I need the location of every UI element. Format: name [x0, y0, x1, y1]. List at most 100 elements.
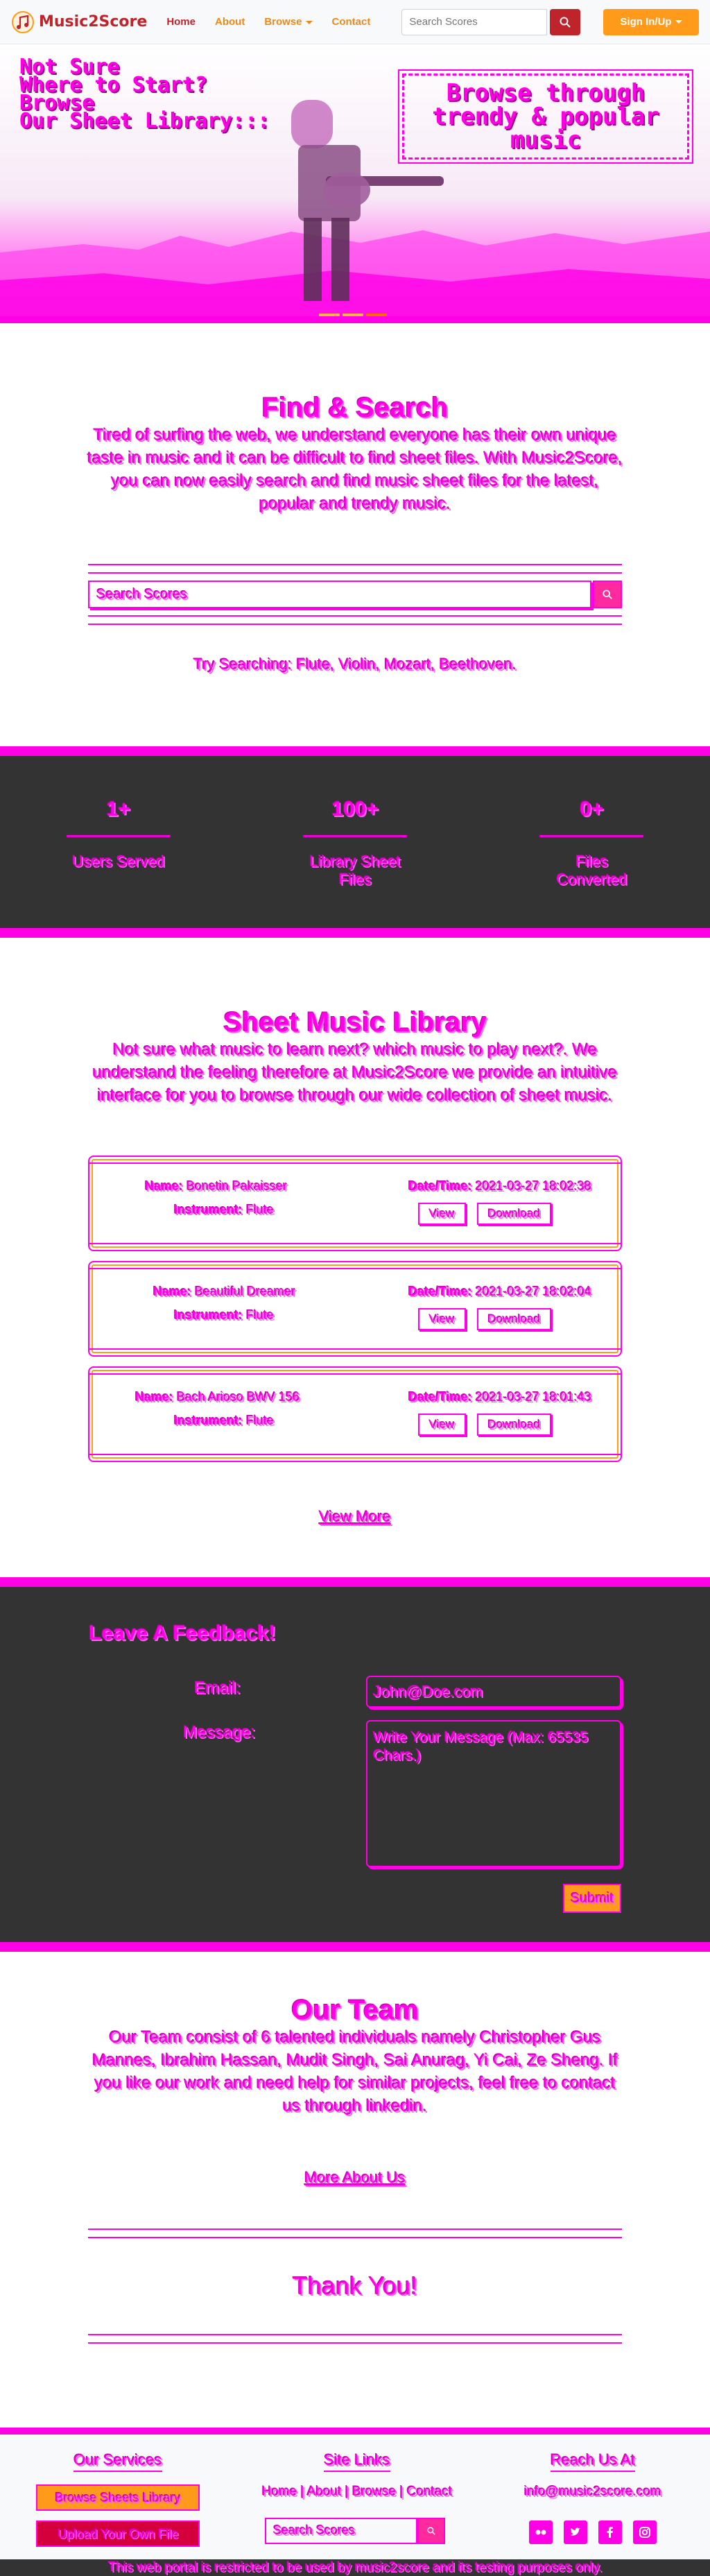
song-name-value: Bach Arioso BWV 156 — [177, 1390, 300, 1404]
site-links-title: Site Links — [324, 2451, 390, 2472]
song-card: Name: Bonetin Pakaisser Instrument: Flut… — [88, 1156, 622, 1251]
song-name: Name: Bach Arioso BWV 156 — [135, 1390, 300, 1405]
navbar: Music2Score Home About Browse Contact Si… — [0, 0, 710, 44]
song-date-value: 2021-03-27 18:02:38 — [475, 1179, 591, 1193]
song-date-value: 2021-03-27 18:01:43 — [475, 1390, 591, 1404]
hero-line: Our Sheet Library::: — [19, 109, 270, 133]
song-instrument-value: Flute — [246, 1203, 275, 1217]
instrument-label: Instrument: — [174, 1414, 243, 1427]
team-section: Our Team Our Team consist of 6 talented … — [0, 1952, 710, 2428]
thank-you-text: Thank You! — [292, 2272, 418, 2300]
view-button[interactable]: View — [418, 1414, 466, 1436]
contact-email[interactable]: info@music2score.com — [513, 2484, 673, 2500]
team-description: Our Team consist of 6 talented individua… — [92, 2028, 618, 2115]
library-title: Sheet Music Library — [223, 1007, 487, 1038]
stats-section: 1+ Users Served 100+ Library Sheet Files… — [0, 746, 710, 938]
footer-links[interactable]: Home | About | Browse | Contact — [257, 2484, 458, 2500]
download-button[interactable]: Download — [476, 1203, 552, 1225]
services-title: Our Services — [73, 2451, 162, 2472]
browse-library-button[interactable]: Browse Sheets Library — [36, 2484, 200, 2511]
twitter-icon[interactable] — [564, 2521, 587, 2544]
find-search-input[interactable]: Search Scores — [88, 581, 591, 608]
footer: Our Services Browse Sheets Library Uploa… — [0, 2428, 710, 2576]
song-name-value: Bonetin Pakaisser — [187, 1179, 288, 1193]
nav-links: Home About Browse Contact — [166, 16, 370, 28]
find-search-box: Search Scores — [88, 564, 622, 625]
view-more-link[interactable]: View More — [0, 1508, 710, 1526]
song-date: Date/Time: 2021-03-27 18:02:04 — [408, 1285, 591, 1299]
song-card: Name: Bach Arioso BWV 156 Instrument: Fl… — [88, 1366, 622, 1462]
divider-lines — [88, 564, 622, 574]
nav-home[interactable]: Home — [166, 16, 196, 28]
nav-search-input[interactable] — [401, 8, 548, 35]
download-button[interactable]: Download — [476, 1308, 552, 1330]
message-label: Message: — [183, 1723, 256, 1742]
view-button[interactable]: View — [418, 1308, 466, 1330]
song-name: Name: Beautiful Dreamer — [153, 1285, 295, 1299]
nav-about[interactable]: About — [215, 16, 245, 28]
view-button[interactable]: View — [418, 1203, 466, 1225]
library-section: Sheet Music Library Not sure what music … — [0, 938, 710, 1577]
date-label: Date/Time: — [408, 1285, 472, 1298]
footer-search-button[interactable] — [417, 2518, 445, 2544]
song-name: Name: Bonetin Pakaisser — [145, 1179, 287, 1194]
search-icon — [560, 17, 571, 28]
flickr-icon[interactable] — [529, 2521, 553, 2544]
song-date-value: 2021-03-27 18:02:04 — [475, 1285, 591, 1298]
stat-library: 100+ Library Sheet Files — [302, 798, 407, 928]
song-name-value: Beautiful Dreamer — [195, 1285, 296, 1298]
instagram-icon[interactable] — [633, 2521, 657, 2544]
divider-lines — [88, 615, 622, 625]
email-label: Email: — [194, 1678, 241, 1697]
feedback-title: Leave A Feedback! — [89, 1622, 276, 1645]
email-field[interactable]: John@Doe.com — [366, 1676, 621, 1708]
stat-value: 0+ — [539, 798, 644, 837]
submit-button[interactable]: Submit — [563, 1884, 621, 1913]
find-search-button[interactable] — [593, 581, 622, 608]
sign-in-label: Sign In/Up — [620, 16, 672, 28]
song-actions: View Download — [418, 1308, 552, 1330]
stat-users: 1+ Users Served — [66, 798, 171, 928]
message-field[interactable]: Write Your Message (Max: 65535 Chars.) — [366, 1720, 621, 1867]
reach-us-title: Reach Us At — [550, 2451, 636, 2472]
hero-left-text[interactable]: Not Sure Where to Start? Browse Our Shee… — [19, 57, 270, 133]
nav-browse-dropdown[interactable]: Browse — [264, 16, 313, 28]
song-instrument: Instrument: Flute — [174, 1203, 274, 1217]
divider-lines — [88, 2229, 622, 2238]
stat-converted: 0+ Files Converted — [539, 798, 644, 928]
brand[interactable]: Music2Score — [11, 10, 147, 34]
download-button[interactable]: Download — [476, 1414, 552, 1436]
thanks-box: Thank You! — [88, 2229, 622, 2344]
sign-in-button[interactable]: Sign In/Up — [603, 8, 699, 35]
song-instrument-value: Flute — [246, 1308, 275, 1322]
find-search-row: Search Scores — [88, 579, 622, 610]
hero-carousel: Not Sure Where to Start? Browse Our Shee… — [0, 44, 710, 323]
more-about-link[interactable]: More About Us — [0, 2169, 710, 2187]
nav-search-button[interactable] — [550, 8, 581, 35]
name-label: Name: — [145, 1179, 184, 1193]
library-description: Not sure what music to learn next? which… — [92, 1040, 618, 1105]
instrument-label: Instrument: — [174, 1308, 243, 1322]
footer-site-links: Site Links Home | About | Browse | Conta… — [257, 2451, 458, 2544]
nav-browse-label: Browse — [264, 16, 302, 28]
footer-disclaimer: This web portal is restricted to be used… — [0, 2559, 710, 2576]
nav-contact[interactable]: Contact — [332, 16, 371, 28]
song-instrument-value: Flute — [246, 1414, 275, 1427]
footer-search: Search Scores — [265, 2518, 458, 2544]
date-label: Date/Time: — [408, 1179, 472, 1193]
footer-services: Our Services Browse Sheets Library Uploa… — [36, 2451, 200, 2547]
facebook-icon[interactable] — [598, 2521, 622, 2544]
instrument-label: Instrument: — [174, 1203, 243, 1217]
stat-value: 1+ — [66, 798, 171, 837]
team-title: Our Team — [291, 1995, 419, 2025]
song-actions: View Download — [418, 1414, 552, 1436]
footer-search-input[interactable]: Search Scores — [265, 2518, 417, 2544]
song-card: Name: Beautiful Dreamer Instrument: Flut… — [88, 1261, 622, 1357]
brand-name: Music2Score — [39, 13, 148, 31]
search-icon — [427, 2527, 435, 2535]
date-label: Date/Time: — [408, 1390, 472, 1404]
find-search-section: Find & Search Tired of surfing the web, … — [0, 323, 710, 746]
social-links — [513, 2521, 673, 2544]
divider-lines — [88, 2334, 622, 2344]
upload-file-button[interactable]: Upload Your Own File — [36, 2521, 200, 2547]
